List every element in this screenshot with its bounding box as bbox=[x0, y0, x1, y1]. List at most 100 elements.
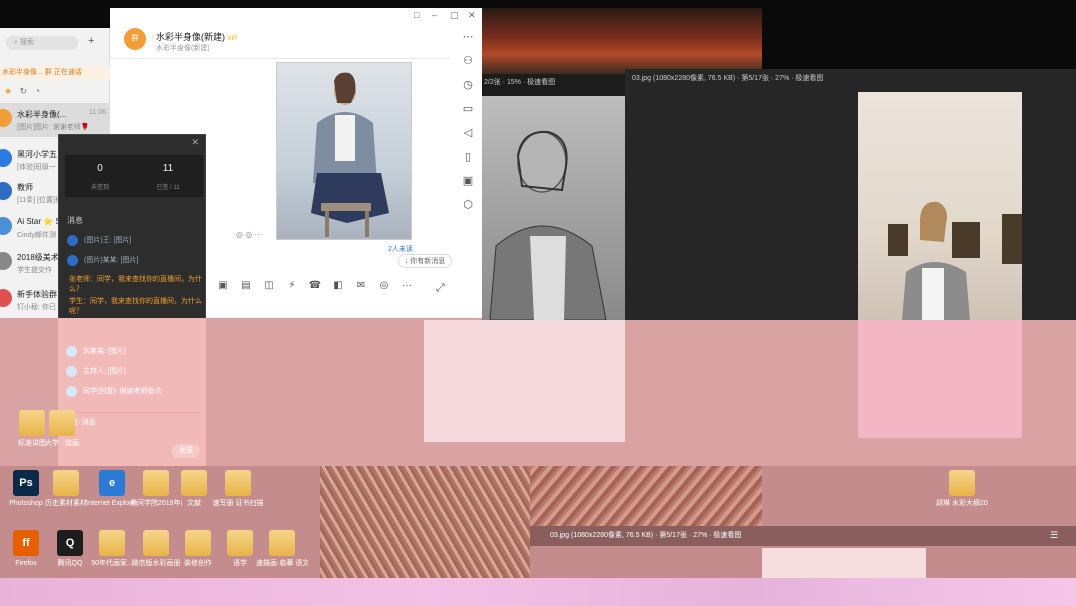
pin-button[interactable]: □ bbox=[414, 10, 419, 20]
chat-time: 11:06 bbox=[89, 109, 106, 116]
qq-icon: Q bbox=[57, 530, 83, 556]
pencil-sketch-image[interactable] bbox=[482, 96, 625, 321]
folder-icon bbox=[949, 470, 975, 496]
send-button[interactable]: 发送 bbox=[172, 444, 200, 458]
avatar bbox=[0, 109, 12, 127]
app-icon bbox=[143, 530, 169, 556]
calendar-icon[interactable]: ▣ bbox=[456, 174, 480, 198]
menu-icon[interactable]: ☰ bbox=[1050, 530, 1058, 541]
folder-icon[interactable]: ▭ bbox=[456, 102, 480, 126]
apps-icon[interactable]: ⬡ bbox=[456, 198, 480, 222]
close-button[interactable]: ✕ bbox=[468, 10, 476, 21]
call-notice-bar[interactable]: 水彩半身像... 群 正在通话 bbox=[0, 66, 110, 80]
avatar bbox=[66, 345, 77, 357]
popup-message-row[interactable]: (图片)王: [图片] bbox=[67, 233, 203, 249]
internet-explorer-icon: e bbox=[99, 470, 125, 496]
stat-box-signed: 11 已签 / 11 bbox=[133, 155, 203, 197]
group-subtitle: 水彩半身像(新建) bbox=[156, 45, 210, 52]
add-button[interactable]: + bbox=[88, 35, 94, 47]
stat-value: 11 bbox=[162, 163, 174, 174]
screenshot-icon[interactable]: ◫ bbox=[259, 280, 279, 291]
vip-badge: VIP bbox=[227, 36, 238, 42]
expand-icon[interactable]: ⤢ bbox=[436, 282, 445, 295]
viewer1-title: 2/2张 · 15% · 极速看图 bbox=[484, 79, 556, 86]
avatar bbox=[0, 252, 12, 270]
pencil-sketch-lower bbox=[424, 320, 625, 442]
desktop-shortcut-label: 大学 · 绘画 bbox=[44, 440, 80, 447]
unread-icon[interactable]: ◔ bbox=[35, 86, 40, 96]
history-icon[interactable]: ◷ bbox=[456, 78, 480, 102]
group-avatar[interactable]: 群 bbox=[124, 28, 146, 50]
more-icon[interactable]: ⋯ bbox=[456, 30, 480, 54]
stat-box-unsigned: 0 未签到 bbox=[65, 155, 135, 197]
model-photo-image[interactable] bbox=[858, 92, 1022, 320]
document-icon bbox=[143, 470, 169, 496]
lightning-icon[interactable]: ⚡ bbox=[282, 280, 302, 291]
popup-close-button[interactable]: ✕ bbox=[191, 137, 199, 148]
chat-input-toolbar: ☺▣▤◫⚡☎◧✉◎··· bbox=[190, 280, 452, 300]
model-photo-lower bbox=[858, 320, 1022, 438]
file-icon[interactable]: ▤ bbox=[236, 280, 256, 291]
call-icon[interactable]: ☎ bbox=[305, 280, 325, 291]
popup-message-row[interactable]: 主持人: [图片] bbox=[66, 364, 202, 380]
doc-icon[interactable]: ◧ bbox=[328, 280, 348, 291]
minimize-button[interactable]: – bbox=[432, 10, 437, 20]
stat-value: 0 bbox=[97, 163, 103, 174]
more-icon[interactable]: ··· bbox=[397, 280, 417, 291]
folder-icon bbox=[49, 410, 75, 436]
avatar bbox=[0, 217, 12, 235]
new-message-button[interactable]: ↓ 你有新消息 bbox=[398, 254, 452, 268]
messages-section-label: 消息 bbox=[67, 216, 83, 225]
avatar bbox=[0, 182, 12, 200]
popup-message-row[interactable]: 刘某某: [图片] bbox=[66, 344, 202, 360]
desktop-shortcut[interactable]: 速描画·临摹 语文作业 bbox=[256, 530, 308, 568]
avatar bbox=[67, 254, 78, 266]
desktop-shortcut-label: 速描画·临摹 语文作业 bbox=[256, 560, 308, 567]
record-icon[interactable]: ◎ bbox=[374, 280, 394, 291]
taskbar[interactable] bbox=[0, 578, 1076, 606]
photoshop-icon: Ps bbox=[13, 470, 39, 496]
desktop-shortcut[interactable]: 大学 · 绘画 bbox=[36, 410, 88, 448]
folder-icon bbox=[185, 530, 211, 556]
stat-label: 未签到 bbox=[90, 185, 109, 191]
viewer2-title: 03.jpg (1080x2280像素, 76.5 KB) · 第5/17张 ·… bbox=[632, 75, 824, 82]
image-icon[interactable]: ▣ bbox=[213, 280, 233, 291]
popup-warning-text: 张老师：同学，我来查找你的直播间，为什么？ bbox=[69, 276, 202, 293]
app-icon bbox=[99, 530, 125, 556]
desktop-shortcut[interactable]: 历史素材素材 bbox=[40, 470, 92, 508]
chat-preview: [图片]图片: 谢谢老师🌹 bbox=[17, 124, 90, 131]
folder-icon bbox=[225, 470, 251, 496]
desktop-shortcut-label: 历史素材素材 bbox=[45, 500, 87, 507]
stat-label: 已签 / 11 bbox=[156, 185, 180, 191]
star-icon[interactable]: ★ bbox=[4, 86, 12, 96]
chat-list-item[interactable]: 水彩半身像(... [图片]图片: 谢谢老师🌹 11:06 bbox=[0, 103, 110, 137]
search-input[interactable]: ⌕ 搜索 bbox=[6, 36, 78, 50]
avatar bbox=[66, 385, 77, 397]
add-member-icon[interactable]: ⚇ bbox=[456, 54, 480, 78]
viewer3-title: 03.jpg (1080x2280像素, 76.5 KB) · 第5/17张 ·… bbox=[550, 532, 742, 539]
notes-icon[interactable]: ▯ bbox=[456, 150, 480, 174]
desktop-shortcut-label: 胡琳 水彩大纲2020.01... bbox=[936, 500, 988, 507]
maximize-button[interactable]: ▢ bbox=[450, 10, 459, 21]
watercolor-portrait-image[interactable] bbox=[276, 62, 412, 240]
group-title[interactable]: 水彩半身像(新建) VIP bbox=[156, 30, 237, 43]
popup-message-row[interactable]: 同学(回复): 谢谢老师指点 bbox=[66, 384, 202, 400]
popup-warning-text: 学生：同学，我来查找你的直播间，为什么呢？ bbox=[69, 298, 202, 315]
avatar bbox=[0, 149, 12, 167]
mail-icon[interactable]: ✉ bbox=[351, 280, 371, 291]
announce-icon[interactable]: ◁ bbox=[456, 126, 480, 150]
desktop-shortcut[interactable]: 速写册 证书扫描 bbox=[212, 470, 264, 508]
recent-icon[interactable]: ↻ bbox=[20, 86, 28, 96]
message-controls[interactable]: ◎ ◎ ··· bbox=[236, 230, 262, 239]
chat-filter-tabs: ★ ↻ ◔ bbox=[4, 86, 108, 100]
popup-message-row[interactable]: (图片)某某: [图片] bbox=[67, 253, 203, 269]
folder-icon bbox=[227, 530, 253, 556]
viewer3-canvas bbox=[762, 548, 926, 578]
avatar bbox=[0, 289, 12, 307]
firefox-icon: ff bbox=[13, 530, 39, 556]
folder-icon bbox=[269, 530, 295, 556]
wallpaper-texture-2 bbox=[530, 466, 762, 532]
desktop-shortcut[interactable]: 胡琳 水彩大纲2020.01... bbox=[936, 470, 988, 508]
unread-count[interactable]: 2人未读 bbox=[388, 244, 413, 254]
avatar bbox=[66, 365, 77, 377]
